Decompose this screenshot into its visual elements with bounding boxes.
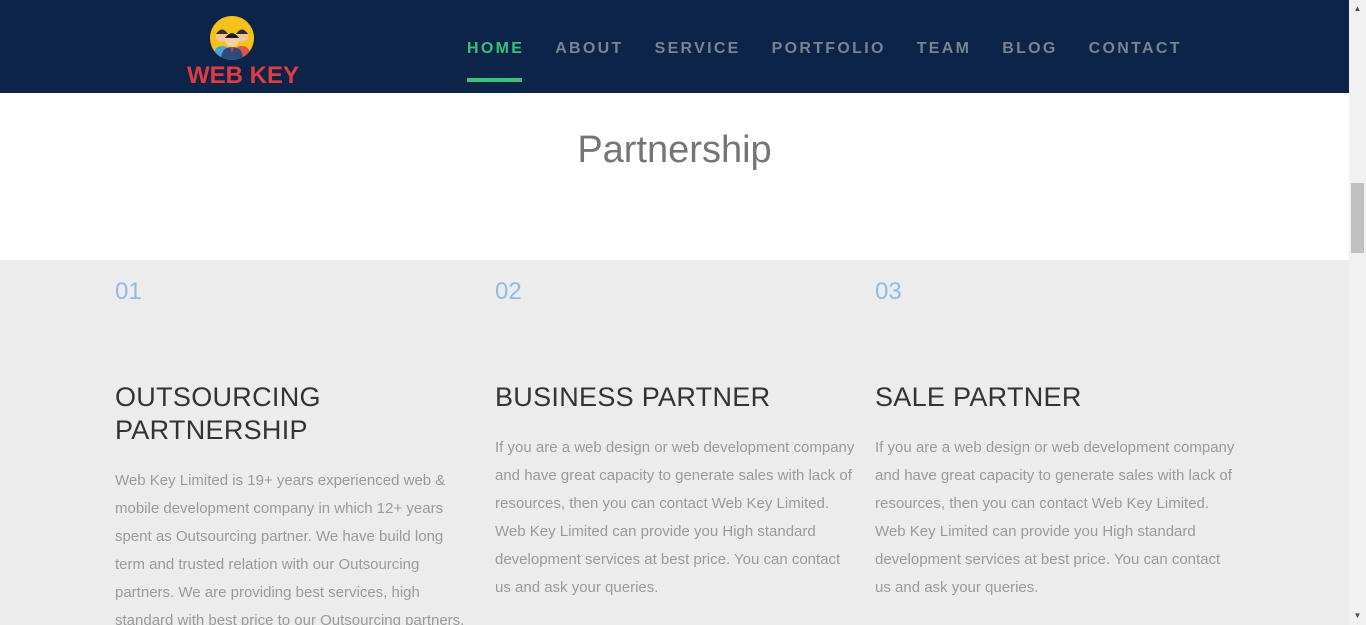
scrollbar-thumb[interactable]: [1351, 183, 1364, 253]
nav-blog[interactable]: BLOG: [1002, 38, 1057, 84]
section-title: Partnership: [577, 129, 772, 171]
site-header: WEB KEY HOME ABOUT SERVICE PORTFOLIO TEA…: [0, 0, 1349, 93]
nav-about[interactable]: ABOUT: [555, 38, 623, 84]
nav-team[interactable]: TEAM: [917, 38, 972, 84]
nav-portfolio[interactable]: PORTFOLIO: [772, 38, 886, 84]
card-text: If you are a web design or web developme…: [495, 439, 855, 596]
card-text: If you are a web design or web developme…: [875, 439, 1235, 596]
nav-contact[interactable]: CONTACT: [1089, 38, 1182, 84]
main-nav: HOME ABOUT SERVICE PORTFOLIO TEAM BLOG C…: [467, 38, 1213, 84]
partnership-section: 01 OUTSOURCING PARTNERSHIP Web Key Limit…: [0, 260, 1349, 625]
card-number: 02: [495, 278, 522, 305]
nav-home[interactable]: HOME: [467, 38, 524, 84]
card-title: OUTSOURCING PARTNERSHIP: [115, 381, 321, 447]
brand-name: WEB KEY: [187, 62, 300, 89]
card-title-line: PARTNERSHIP: [115, 415, 308, 445]
card-title: BUSINESS PARTNER: [495, 382, 771, 412]
page-scrollbar[interactable]: ▲ ▼: [1349, 0, 1366, 625]
card-title: SALE PARTNER: [875, 382, 1082, 412]
scroll-up-arrow-icon[interactable]: ▲: [1349, 2, 1366, 16]
page: WEB KEY HOME ABOUT SERVICE PORTFOLIO TEA…: [0, 0, 1366, 625]
scroll-down-arrow-icon[interactable]: ▼: [1349, 609, 1366, 623]
card-text: Web Key Limited is 19+ years experienced…: [115, 472, 465, 625]
card-number: 03: [875, 278, 902, 305]
card-title-line: OUTSOURCING: [115, 382, 321, 412]
card-number: 01: [115, 278, 142, 305]
team-people-icon: [210, 16, 254, 60]
nav-service[interactable]: SERVICE: [655, 38, 741, 84]
logo-link[interactable]: WEB KEY: [187, 14, 299, 92]
